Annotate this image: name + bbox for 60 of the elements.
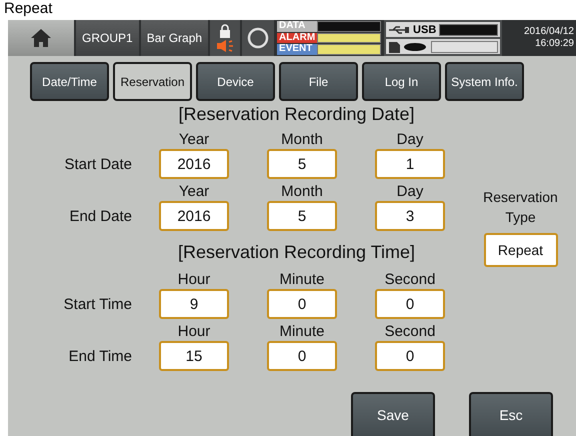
- input-field[interactable]: 0: [267, 289, 337, 319]
- save-button[interactable]: Save: [351, 392, 435, 436]
- time-text: 16:09:29: [535, 38, 574, 50]
- sd-card-icon: [388, 40, 428, 52]
- escape-button[interactable]: Esc: [469, 392, 553, 436]
- section-title: [Reservation Recording Time]: [176, 241, 416, 263]
- row-label: End Time: [68, 348, 133, 365]
- field-label: Minute: [279, 271, 325, 289]
- field-label: Hour: [178, 323, 210, 341]
- input-field[interactable]: 2016: [159, 201, 229, 231]
- group-button[interactable]: GROUP1: [76, 20, 139, 56]
- field-label: Second: [384, 271, 436, 289]
- input-field[interactable]: 9: [159, 289, 229, 319]
- usb-icon: [388, 24, 410, 34]
- speaker-icon: [216, 40, 234, 52]
- input-field[interactable]: 15: [159, 341, 229, 371]
- tab[interactable]: Date/Time: [30, 62, 109, 101]
- field-label: Hour: [178, 271, 210, 289]
- row-label: Start Time: [62, 296, 133, 313]
- row-label: End Date: [68, 208, 133, 225]
- level-meter: [317, 44, 382, 56]
- date-text: 2016/04/12: [524, 26, 574, 38]
- field-label: Month: [281, 183, 323, 201]
- usb-label: USB: [413, 24, 436, 36]
- field-label: Day: [396, 131, 424, 149]
- lock-icon: [219, 24, 232, 38]
- level-meter: [317, 32, 382, 44]
- section-title: [Reservation Recording Date]: [177, 103, 416, 125]
- field-label: Minute: [279, 323, 325, 341]
- tab[interactable]: Log In: [362, 62, 441, 101]
- input-field[interactable]: 5: [267, 201, 337, 231]
- input-field[interactable]: 3: [375, 201, 445, 231]
- circle-icon: [247, 27, 270, 49]
- input-field[interactable]: 0: [267, 341, 337, 371]
- field-label: Day: [396, 183, 424, 201]
- indicator-label: DATA: [277, 21, 318, 32]
- caption: Repeat: [3, 0, 54, 19]
- home-button[interactable]: [8, 20, 74, 56]
- level-meter: [317, 21, 382, 32]
- view-button[interactable]: Bar Graph: [140, 20, 208, 56]
- indicator-label: ALARM: [277, 32, 318, 44]
- input-field[interactable]: 0: [375, 341, 445, 371]
- tab[interactable]: Reservation: [113, 62, 192, 101]
- field-label: Year: [178, 183, 210, 201]
- tab[interactable]: File: [279, 62, 358, 101]
- home-icon: [30, 28, 52, 48]
- field-label: Second: [384, 323, 436, 341]
- input-field[interactable]: 2016: [159, 149, 229, 179]
- field-label: Month: [281, 131, 323, 149]
- input-field[interactable]: 0: [375, 289, 445, 319]
- indicator-label: EVENT: [277, 44, 318, 56]
- reservation-type-button[interactable]: Repeat: [484, 233, 558, 267]
- level-meter: [439, 24, 498, 36]
- input-field[interactable]: 1: [375, 149, 445, 179]
- input-field[interactable]: 5: [267, 149, 337, 179]
- row-label: Start Date: [63, 156, 133, 173]
- tab[interactable]: Device: [196, 62, 275, 101]
- tab[interactable]: System Info.: [445, 62, 524, 101]
- reservation-type-label: Reservation Type: [482, 188, 559, 227]
- field-label: Year: [178, 131, 210, 149]
